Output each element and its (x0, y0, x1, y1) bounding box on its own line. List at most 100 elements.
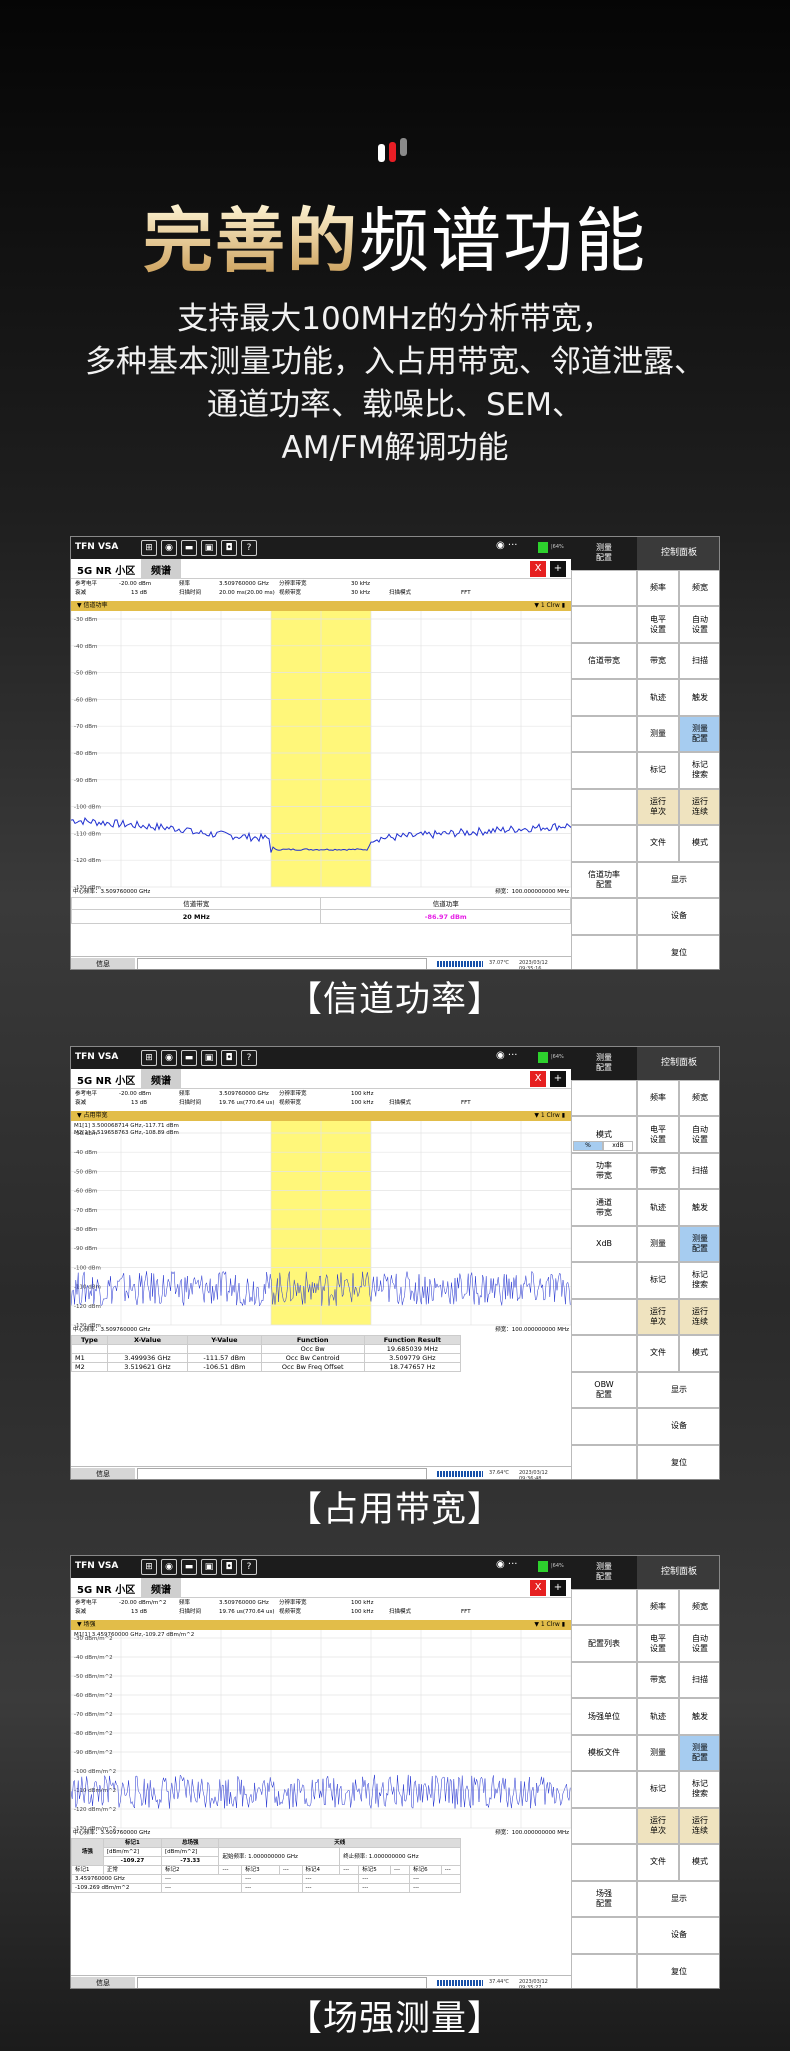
side-left-cell[interactable]: 信道带宽 (571, 642, 637, 680)
windows-icon[interactable]: ⊞ (141, 1559, 157, 1575)
add-tab-button[interactable]: + (550, 1580, 566, 1596)
mode-xdb-toggle[interactable]: xdB (603, 1140, 633, 1151)
side-left-cell[interactable] (571, 1408, 637, 1445)
side-left-cell[interactable]: OBW 配置 (571, 1371, 637, 1409)
side-left-cell[interactable] (571, 788, 637, 826)
help-icon[interactable]: ? (241, 1559, 257, 1575)
side-left-cell[interactable] (571, 1771, 637, 1808)
side-button-6a[interactable]: 运行 单次 (637, 1807, 679, 1845)
side-button-3a[interactable]: 轨迹 (637, 1189, 679, 1226)
close-button[interactable]: X (530, 561, 546, 577)
side-button-3b[interactable]: 触发 (679, 1189, 719, 1226)
side-button-6b[interactable]: 运行 连续 (679, 1298, 719, 1336)
side-button-6b[interactable]: 运行 连续 (679, 1807, 719, 1845)
close-button[interactable]: X (530, 1071, 546, 1087)
tab-5gnr-cell[interactable]: 5G NR 小区 (77, 1072, 135, 1087)
help-icon[interactable]: ? (241, 1050, 257, 1066)
tab-spectrum[interactable]: 频谱 (141, 559, 181, 579)
side-button-1a[interactable]: 电平 设置 (637, 1116, 679, 1153)
side-left-cell[interactable] (571, 1262, 637, 1299)
side-button-6a[interactable]: 运行 单次 (637, 1298, 679, 1336)
side-button-2b[interactable]: 扫描 (679, 1152, 719, 1190)
side-left-cell[interactable]: 配置列表 (571, 1625, 637, 1662)
lightbulb-icon[interactable]: ◉ (161, 540, 177, 556)
side-left-cell[interactable] (571, 1844, 637, 1881)
side-button-2a[interactable]: 带宽 (637, 1152, 679, 1190)
side-button-1b[interactable]: 自动 设置 (679, 606, 719, 643)
side-left-cell[interactable] (571, 1335, 637, 1372)
side-button-5b[interactable]: 标记 搜索 (679, 1771, 719, 1808)
side-button-10[interactable]: 复位 (637, 1953, 719, 1988)
side-button-6b[interactable]: 运行 连续 (679, 788, 719, 826)
side-left-cell[interactable] (571, 898, 637, 935)
close-button[interactable]: X (530, 1580, 546, 1596)
side-left-cell[interactable] (571, 1444, 637, 1479)
measurement-config-header[interactable]: 测量 配置 (571, 537, 637, 570)
folder-icon[interactable]: ▬ (181, 540, 197, 556)
info-button[interactable]: 信息 (71, 1468, 135, 1479)
side-left-cell[interactable] (571, 715, 637, 753)
side-button-5a[interactable]: 标记 (637, 1262, 679, 1299)
side-button-1a[interactable]: 电平 设置 (637, 606, 679, 643)
side-button-8[interactable]: 显示 (637, 861, 719, 899)
side-left-cell[interactable] (571, 1589, 637, 1626)
side-button-4b[interactable]: 测量 配置 (679, 715, 719, 753)
side-left-cell[interactable] (571, 752, 637, 789)
camera-icon[interactable]: ◘ (221, 1559, 237, 1575)
side-button-0b[interactable]: 频宽 (679, 1589, 719, 1626)
tab-5gnr-cell[interactable]: 5G NR 小区 (77, 562, 135, 577)
side-left-cell[interactable] (571, 1080, 637, 1117)
save-icon[interactable]: ▣ (201, 1559, 217, 1575)
lightbulb-icon[interactable]: ◉ (161, 1559, 177, 1575)
side-button-3a[interactable]: 轨迹 (637, 1698, 679, 1735)
side-left-cell[interactable] (571, 1661, 637, 1699)
side-button-2a[interactable]: 带宽 (637, 1661, 679, 1699)
side-button-7b[interactable]: 模式 (679, 1844, 719, 1881)
side-button-4b[interactable]: 测量 配置 (679, 1225, 719, 1263)
side-button-10[interactable]: 复位 (637, 934, 719, 969)
side-left-cell[interactable]: 场强单位 (571, 1698, 637, 1735)
side-button-5a[interactable]: 标记 (637, 1771, 679, 1808)
side-left-cell[interactable]: 信道功率 配置 (571, 861, 637, 899)
side-button-7b[interactable]: 模式 (679, 1335, 719, 1372)
windows-icon[interactable]: ⊞ (141, 540, 157, 556)
tab-5gnr-cell[interactable]: 5G NR 小区 (77, 1581, 135, 1596)
side-button-2a[interactable]: 带宽 (637, 642, 679, 680)
side-button-0a[interactable]: 频率 (637, 1589, 679, 1626)
side-button-0a[interactable]: 频率 (637, 570, 679, 607)
side-button-7a[interactable]: 文件 (637, 1844, 679, 1881)
side-button-4a[interactable]: 测量 (637, 1734, 679, 1772)
side-button-0b[interactable]: 频宽 (679, 570, 719, 607)
folder-icon[interactable]: ▬ (181, 1050, 197, 1066)
side-button-2b[interactable]: 扫描 (679, 642, 719, 680)
side-button-2b[interactable]: 扫描 (679, 1661, 719, 1699)
info-button[interactable]: 信息 (71, 1977, 135, 1988)
side-button-0b[interactable]: 频宽 (679, 1080, 719, 1117)
lightbulb-icon[interactable]: ◉ (161, 1050, 177, 1066)
side-button-1b[interactable]: 自动 设置 (679, 1625, 719, 1662)
side-button-4a[interactable]: 测量 (637, 715, 679, 753)
tab-spectrum[interactable]: 频谱 (141, 1578, 181, 1598)
add-tab-button[interactable]: + (550, 1071, 566, 1087)
camera-icon[interactable]: ◘ (221, 540, 237, 556)
side-button-1a[interactable]: 电平 设置 (637, 1625, 679, 1662)
info-button[interactable]: 信息 (71, 958, 135, 969)
side-button-3a[interactable]: 轨迹 (637, 679, 679, 716)
side-button-6a[interactable]: 运行 单次 (637, 788, 679, 826)
side-left-cell[interactable] (571, 570, 637, 607)
side-left-cell[interactable] (571, 1917, 637, 1954)
side-button-3b[interactable]: 触发 (679, 679, 719, 716)
tab-spectrum[interactable]: 频谱 (141, 1069, 181, 1089)
side-button-8[interactable]: 显示 (637, 1371, 719, 1409)
side-button-9[interactable]: 设备 (637, 1917, 719, 1954)
camera-icon[interactable]: ◘ (221, 1050, 237, 1066)
side-button-5b[interactable]: 标记 搜索 (679, 1262, 719, 1299)
save-icon[interactable]: ▣ (201, 1050, 217, 1066)
folder-icon[interactable]: ▬ (181, 1559, 197, 1575)
measurement-config-header[interactable]: 测量 配置 (571, 1047, 637, 1080)
side-button-3b[interactable]: 触发 (679, 1698, 719, 1735)
side-left-cell[interactable]: 通道 带宽 (571, 1189, 637, 1226)
side-button-9[interactable]: 设备 (637, 898, 719, 935)
side-button-5b[interactable]: 标记 搜索 (679, 752, 719, 789)
side-left-cell[interactable] (571, 934, 637, 969)
